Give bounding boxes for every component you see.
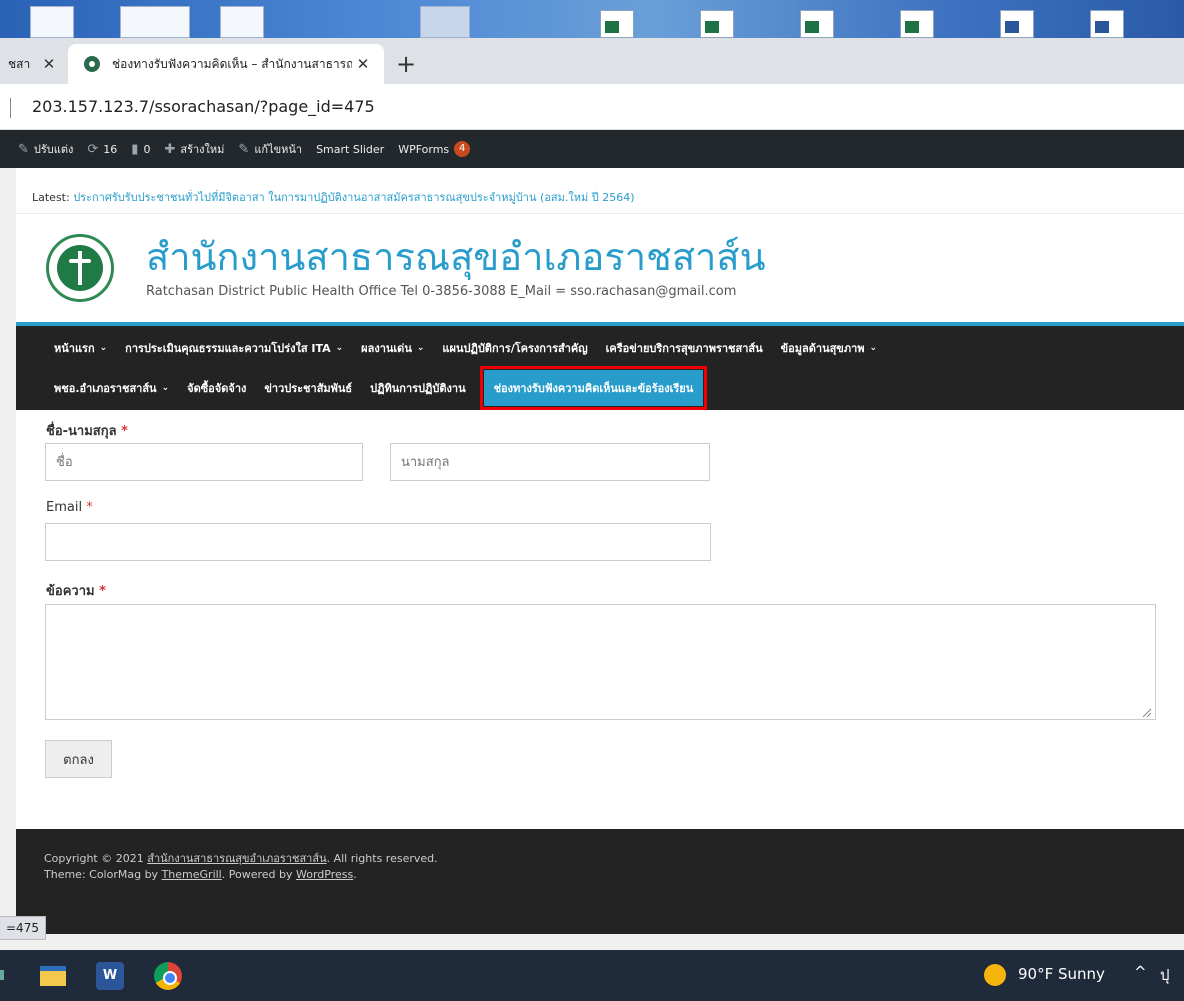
nav-item-health-network[interactable]: เครือข่ายบริการสุขภาพราชสาส์น: [606, 339, 763, 357]
site-footer: Copyright © 2021 สำนักงานสาธารณสุขอำเภอร…: [16, 829, 1184, 934]
wordpress-link[interactable]: WordPress: [296, 868, 353, 881]
nav-row-1: หน้าแรก ⌄ การประเมินคุณธรรมและความโปร่งใส…: [54, 330, 895, 366]
site-title[interactable]: สำนักงานสาธารณสุขอำเภอราชสาส์น: [146, 234, 766, 280]
input-language-indicator[interactable]: ปุ: [1160, 963, 1170, 987]
nav-item-calendar[interactable]: ปฏิทินการปฏิบัติงาน: [370, 379, 465, 397]
resize-grip-icon[interactable]: [1140, 706, 1152, 718]
name-label: ชื่อ-นามสกุล *: [46, 424, 128, 439]
nav-row-2: พชอ.อำเภอราชสาส์น ⌄ จัดซื้อจัดจ้าง ข่าวปร…: [54, 366, 721, 410]
submit-button[interactable]: ตกลง: [45, 740, 112, 778]
desktop-thumbnail[interactable]: [120, 6, 190, 38]
latest-news-bar: Latest: ประกาศรับรับประชาชนทั่วไปที่มีจิ…: [16, 168, 1184, 214]
browser-tab-active[interactable]: ช่องทางรับฟังความคิดเห็น – สำนักงานสาธาร…: [68, 44, 384, 84]
email-field[interactable]: [45, 523, 711, 561]
chrome-app-icon[interactable]: [154, 962, 182, 990]
nav-item-district-committee[interactable]: พชอ.อำเภอราชสาส์น ⌄: [54, 379, 169, 397]
word-file-icon[interactable]: [1000, 10, 1034, 38]
site-header: สำนักงานสาธารณสุขอำเภอราชสาส์น Ratchasan…: [16, 214, 1184, 322]
excel-file-icon[interactable]: [900, 10, 934, 38]
wp-admin-bar: ✎ ปรับแต่ง ⟳ 16 ▮ 0 ✚ สร้างใหม่ ✎ แก้ไขห…: [0, 130, 1184, 168]
refresh-icon: ⟳: [87, 141, 99, 157]
desktop-thumbnail[interactable]: [420, 6, 470, 38]
windows-taskbar: W 90°F Sunny ^ ปุ: [0, 950, 1184, 1001]
site-description: Ratchasan District Public Health Office …: [146, 284, 737, 299]
nav-item-feedback-active[interactable]: ช่องทางรับฟังความคิดเห็นและข้อร้องเรียน: [479, 366, 708, 410]
admin-customize-link[interactable]: ✎ ปรับแต่ง: [18, 140, 73, 158]
main-navigation: หน้าแรก ⌄ การประเมินคุณธรรมและความโปร่งใส…: [16, 322, 1184, 410]
browser-tab[interactable]: ชสา ✕: [0, 44, 64, 84]
admin-updates-link[interactable]: ⟳ 16: [87, 142, 117, 157]
required-mark: *: [99, 584, 106, 599]
wpforms-badge: 4: [454, 141, 471, 157]
brush-icon: ✎: [18, 141, 29, 157]
sun-icon[interactable]: [984, 964, 1006, 986]
chevron-down-icon: ⌄: [99, 343, 108, 353]
admin-smart-slider-link[interactable]: Smart Slider: [316, 143, 384, 156]
url-field[interactable]: 203.157.123.7/ssorachasan/?page_id=475: [32, 97, 375, 116]
chevron-down-icon: ⌄: [161, 383, 170, 393]
admin-new-link[interactable]: ✚ สร้างใหม่: [164, 140, 224, 158]
nav-item-health-data[interactable]: ข้อมูลด้านสุขภาพ ⌄: [781, 339, 877, 357]
nav-item-highlights[interactable]: ผลงานเด่น ⌄: [361, 339, 424, 357]
message-label: ข้อความ *: [46, 584, 106, 599]
chevron-down-icon: ⌄: [869, 343, 878, 353]
comment-icon: ▮: [131, 141, 139, 157]
page-content: Latest: ประกาศรับรับประชาชนทั่วไปที่มีจิ…: [16, 168, 1184, 934]
nav-item-news[interactable]: ข่าวประชาสัมพันธ์: [264, 379, 352, 397]
required-mark: *: [86, 500, 93, 515]
nav-item-home[interactable]: หน้าแรก ⌄: [54, 339, 107, 357]
taskbar-indicator: [0, 970, 4, 980]
excel-file-icon[interactable]: [600, 10, 634, 38]
desktop-thumbnail[interactable]: [220, 6, 264, 38]
close-icon[interactable]: ✕: [352, 55, 374, 73]
last-name-input[interactable]: [390, 443, 710, 481]
copyright-line: Copyright © 2021 สำนักงานสาธารณสุขอำเภอร…: [44, 852, 438, 865]
weather-widget[interactable]: 90°F Sunny: [1018, 965, 1105, 983]
nav-item-procurement[interactable]: จัดซื้อจัดจ้าง: [187, 379, 246, 397]
chevron-down-icon: ⌄: [416, 343, 425, 353]
tab-title: ชสา: [8, 56, 31, 71]
new-tab-icon[interactable]: +: [396, 50, 416, 78]
themegrill-link[interactable]: ThemeGrill: [162, 868, 222, 881]
excel-file-icon[interactable]: [800, 10, 834, 38]
file-explorer-icon[interactable]: [40, 966, 66, 986]
excel-file-icon[interactable]: [700, 10, 734, 38]
site-favicon-icon: [84, 56, 100, 72]
message-textarea[interactable]: [45, 604, 1156, 720]
chevron-down-icon: ⌄: [335, 343, 344, 353]
plus-icon: ✚: [164, 141, 176, 157]
address-bar: 203.157.123.7/ssorachasan/?page_id=475: [0, 84, 1184, 130]
ministry-logo-icon[interactable]: [46, 234, 114, 302]
first-name-input[interactable]: [45, 443, 363, 481]
latest-news-link[interactable]: ประกาศรับรับประชาชนทั่วไปที่มีจิตอาสา ใน…: [73, 191, 634, 204]
chevron-up-icon[interactable]: ^: [1134, 963, 1147, 981]
required-mark: *: [121, 424, 128, 439]
email-label: Email *: [46, 500, 93, 515]
nav-item-ita[interactable]: การประเมินคุณธรรมและความโปร่งใส ITA ⌄: [125, 339, 343, 357]
tab-title: ช่องทางรับฟังความคิดเห็น – สำนักงานสาธาร…: [112, 56, 352, 71]
admin-wpforms-link[interactable]: WPForms 4: [398, 141, 471, 157]
word-app-icon[interactable]: W: [96, 962, 124, 990]
desktop-thumbnail[interactable]: [30, 6, 74, 38]
browser-tab-strip: ชสา ✕ ช่องทางรับฟังความคิดเห็น – สำนักงา…: [0, 38, 1184, 84]
admin-edit-page-link[interactable]: ✎ แก้ไขหน้า: [238, 140, 302, 158]
latest-label: Latest:: [32, 191, 70, 204]
address-bar-divider: [10, 98, 11, 118]
theme-credit-line: Theme: ColorMag by ThemeGrill. Powered b…: [44, 868, 357, 881]
footer-site-link[interactable]: สำนักงานสาธารณสุขอำเภอราชสาส์น: [147, 852, 326, 865]
close-icon[interactable]: ✕: [38, 55, 60, 73]
nav-item-action-plan[interactable]: แผนปฏิบัติการ/โครงการสำคัญ: [442, 339, 587, 357]
word-file-icon[interactable]: [1090, 10, 1124, 38]
desktop-background: [0, 0, 1184, 38]
pencil-icon: ✎: [238, 141, 250, 157]
status-bar-url: =475: [0, 916, 46, 940]
admin-comments-link[interactable]: ▮ 0: [131, 142, 150, 157]
